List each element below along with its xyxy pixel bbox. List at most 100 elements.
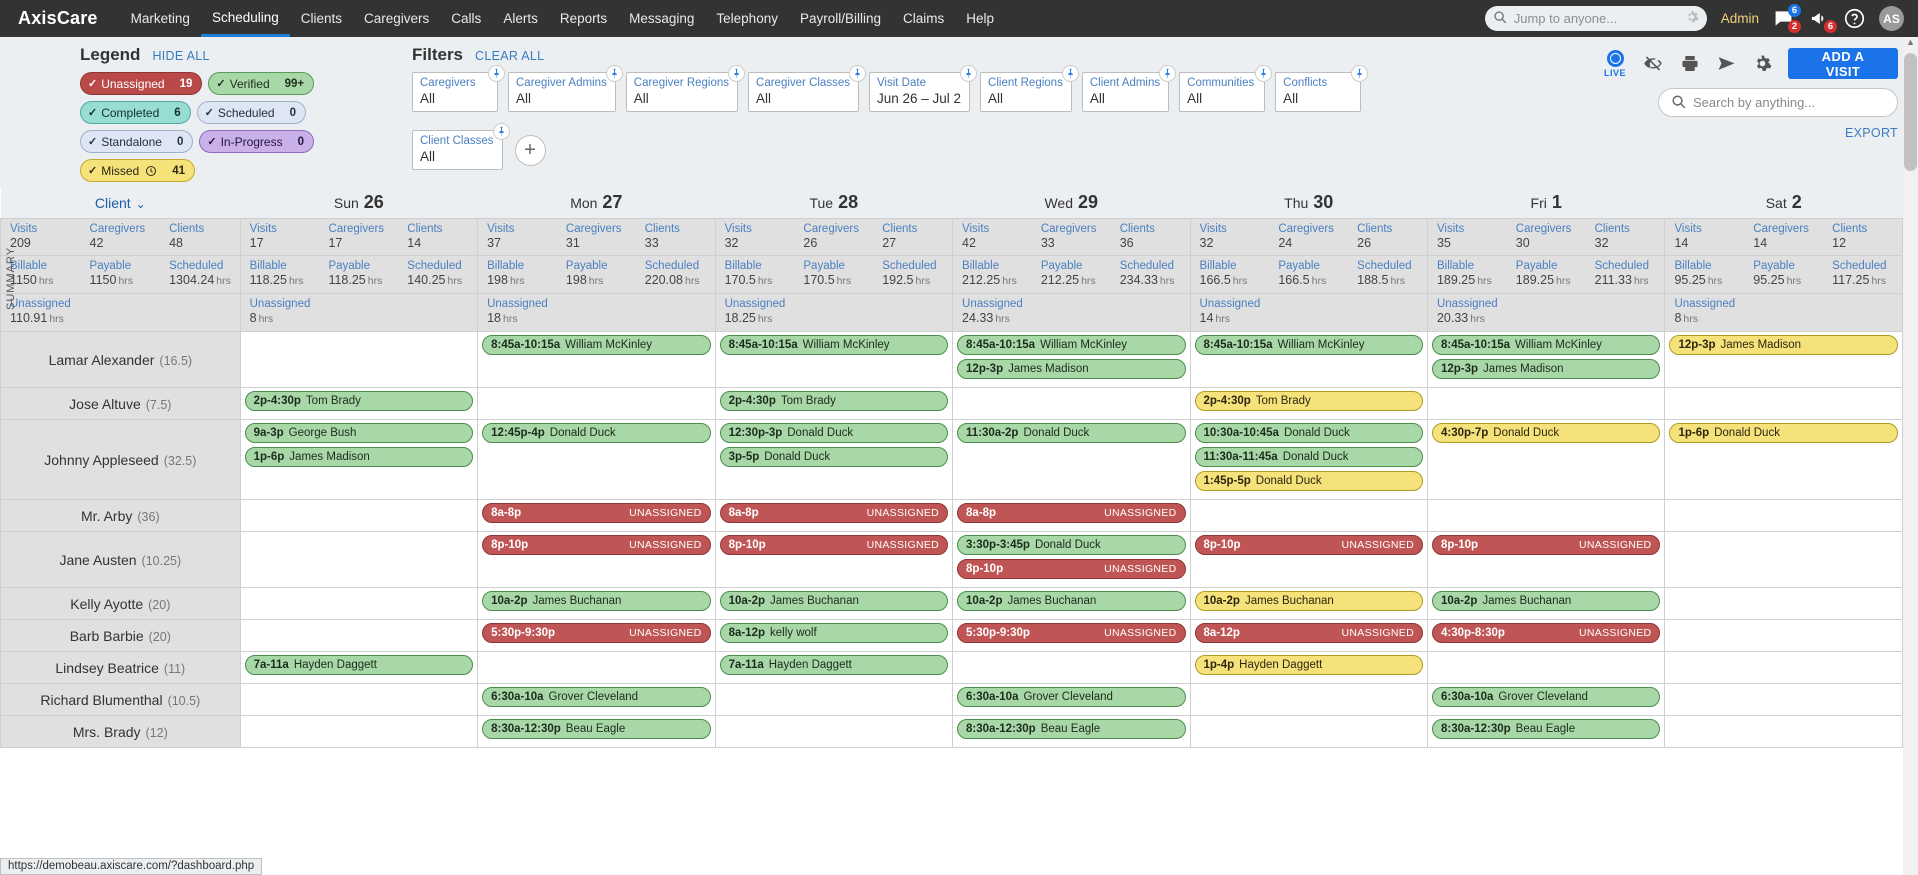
client-name-cell[interactable]: Jane Austen (10.25) <box>0 531 241 588</box>
visit-chip[interactable]: 6:30a-10a Grover Cleveland <box>1431 687 1661 707</box>
visit-chip[interactable]: 5:30p-9:30p UNASSIGNED <box>957 623 1186 643</box>
visit-cell[interactable]: 8:30a-12:30p Beau Eagle <box>952 715 1191 748</box>
filters-clear-all-link[interactable]: CLEAR ALL <box>475 49 544 63</box>
day-header-thu[interactable]: Thu 30 <box>1190 188 1428 219</box>
legend-chip-completed[interactable]: ✓ Completed 6 <box>80 101 191 124</box>
chevron-down-icon[interactable]: ⌄ <box>136 197 146 211</box>
client-name-cell[interactable]: Johnny Appleseed (32.5) <box>0 419 241 500</box>
legend-chip-verified[interactable]: ✓ Verified 99+ <box>208 72 315 95</box>
visit-chip[interactable]: 10a-2p James Buchanan <box>719 591 949 611</box>
visit-cell[interactable] <box>714 715 954 748</box>
visit-chip[interactable]: 8:45a-10:15a William McKinley <box>1431 335 1661 355</box>
nav-item-scheduling[interactable]: Scheduling <box>200 0 290 37</box>
day-header-sun[interactable]: Sun 26 <box>240 188 478 219</box>
live-toggle[interactable]: LIVE <box>1604 49 1626 78</box>
visit-chip[interactable]: 8p-10p UNASSIGNED <box>1194 535 1423 555</box>
visit-cell[interactable] <box>1664 683 1903 716</box>
nav-item-reports[interactable]: Reports <box>549 0 618 37</box>
visit-cell[interactable]: 5:30p-9:30p UNASSIGNED <box>952 619 1191 652</box>
legend-chip-inprogress[interactable]: ✓ In-Progress 0 <box>199 130 315 153</box>
schedule-search-input[interactable] <box>1693 95 1878 110</box>
legend-chip-missed[interactable]: ✓ Missed 41 <box>80 159 196 182</box>
visit-cell[interactable] <box>239 683 479 716</box>
visit-chip[interactable]: 8p-10p UNASSIGNED <box>719 535 949 555</box>
visit-cell[interactable]: 8a-8p UNASSIGNED <box>952 499 1191 532</box>
visit-cell[interactable] <box>1664 387 1903 420</box>
visit-cell[interactable]: 8:45a-10:15a William McKinley <box>1189 331 1428 388</box>
visit-chip[interactable]: 8p-10p UNASSIGNED <box>482 535 711 555</box>
visit-cell[interactable]: 8a-8p UNASSIGNED <box>714 499 954 532</box>
nav-item-caregivers[interactable]: Caregivers <box>353 0 440 37</box>
page-scrollbar[interactable]: ▲ <box>1903 37 1918 875</box>
nav-item-payroll-billing[interactable]: Payroll/Billing <box>789 0 892 37</box>
visit-chip[interactable]: 10a-2p James Buchanan <box>957 591 1186 611</box>
filter-communities[interactable]: Communities All <box>1179 65 1273 112</box>
pin-icon[interactable] <box>1061 65 1079 82</box>
announcements-icon[interactable]: 6 <box>1808 9 1837 33</box>
visit-cell[interactable] <box>239 531 479 588</box>
visit-cell[interactable]: 2p-4:30p Tom Brady <box>714 387 954 420</box>
client-name-cell[interactable]: Lamar Alexander (16.5) <box>0 331 241 388</box>
nav-item-help[interactable]: Help <box>955 0 1005 37</box>
visit-cell[interactable]: 11:30a-2p Donald Duck <box>952 419 1191 500</box>
visit-cell[interactable]: 8:45a-10:15a William McKinley 12p-3p James … <box>952 331 1191 388</box>
day-header-tue[interactable]: Tue 28 <box>715 188 953 219</box>
visit-cell[interactable] <box>1426 387 1666 420</box>
client-name-cell[interactable]: Kelly Ayotte (20) <box>0 587 241 620</box>
nav-item-alerts[interactable]: Alerts <box>492 0 549 37</box>
visit-cell[interactable]: 1p-4p Hayden Daggett <box>1189 651 1428 684</box>
visit-cell[interactable]: 10a-2p James Buchanan <box>1189 587 1428 620</box>
visit-cell[interactable]: 8a-8p UNASSIGNED <box>477 499 716 532</box>
visit-cell[interactable] <box>239 499 479 532</box>
export-link[interactable]: EXPORT <box>1845 126 1898 140</box>
scroll-up-arrow[interactable]: ▲ <box>1903 37 1918 47</box>
visit-cell[interactable]: 5:30p-9:30p UNASSIGNED <box>477 619 716 652</box>
day-header-fri[interactable]: Fri 1 <box>1427 188 1665 219</box>
hide-eye-icon[interactable] <box>1642 54 1664 73</box>
visit-chip[interactable]: 11:30a-2p Donald Duck <box>957 423 1186 443</box>
visit-cell[interactable] <box>477 387 716 420</box>
visit-cell[interactable]: 1p-6p Donald Duck <box>1664 419 1903 500</box>
settings-gear-icon[interactable] <box>1753 54 1772 73</box>
add-filter-button[interactable]: + <box>514 134 546 166</box>
visit-chip[interactable]: 1p-6p James Madison <box>244 447 474 467</box>
avatar[interactable]: AS <box>1879 6 1904 31</box>
visit-chip[interactable]: 8:45a-10:15a William McKinley <box>482 335 711 355</box>
visit-cell[interactable]: 6:30a-10a Grover Cleveland <box>952 683 1191 716</box>
schedule-search[interactable] <box>1658 88 1898 117</box>
visit-cell[interactable]: 8p-10p UNASSIGNED <box>477 531 716 588</box>
visit-chip[interactable]: 9a-3p George Bush <box>244 423 474 443</box>
visit-chip[interactable]: 12p-3p James Madison <box>957 359 1186 379</box>
visit-chip[interactable]: 8a-8p UNASSIGNED <box>482 503 711 523</box>
visit-cell[interactable] <box>239 619 479 652</box>
visit-cell[interactable]: 3:30p-3:45p Donald Duck 8p-10p UNASSIGNED <box>952 531 1191 588</box>
visit-cell[interactable] <box>239 587 479 620</box>
visit-chip[interactable]: 10a-2p James Buchanan <box>1431 591 1661 611</box>
nav-item-telephony[interactable]: Telephony <box>705 0 789 37</box>
client-name-cell[interactable]: Jose Altuve (7.5) <box>0 387 241 420</box>
filter-client-regions[interactable]: Client Regions All <box>980 65 1079 112</box>
visit-chip[interactable]: 8a-12p UNASSIGNED <box>1194 623 1423 643</box>
visit-chip[interactable]: 10a-2p James Buchanan <box>482 591 711 611</box>
pin-icon[interactable] <box>1159 65 1177 82</box>
visit-cell[interactable] <box>239 331 479 388</box>
add-a-visit-button[interactable]: ADD A VISIT <box>1788 48 1898 79</box>
visit-chip[interactable]: 12:45p-4p Donald Duck <box>482 423 711 443</box>
pin-icon[interactable] <box>605 65 623 82</box>
filter-visit-date[interactable]: Visit Date Jun 26 – Jul 2 <box>868 65 978 112</box>
visit-chip[interactable]: 8p-10p UNASSIGNED <box>1431 535 1661 555</box>
visit-chip[interactable]: 8:30a-12:30p Beau Eagle <box>1431 719 1661 739</box>
app-logo[interactable]: AxisCare <box>18 8 98 29</box>
filter-client-classes[interactable]: Client Classes All <box>412 123 510 170</box>
visit-cell[interactable]: 2p-4:30p Tom Brady <box>1189 387 1428 420</box>
scrollbar-thumb[interactable] <box>1904 53 1917 171</box>
visit-chip[interactable]: 10a-2p James Buchanan <box>1194 591 1423 611</box>
visit-cell[interactable] <box>1189 499 1428 532</box>
filter-caregiver-admins[interactable]: Caregiver Admins All <box>508 65 623 112</box>
visit-cell[interactable]: 8p-10p UNASSIGNED <box>714 531 954 588</box>
visit-cell[interactable]: 8:45a-10:15a William McKinley 12p-3p James … <box>1426 331 1666 388</box>
visit-cell[interactable] <box>1664 531 1903 588</box>
pin-icon[interactable] <box>728 65 746 82</box>
visit-cell[interactable]: 6:30a-10a Grover Cleveland <box>1426 683 1666 716</box>
client-name-cell[interactable]: Mrs. Brady (12) <box>0 715 241 748</box>
